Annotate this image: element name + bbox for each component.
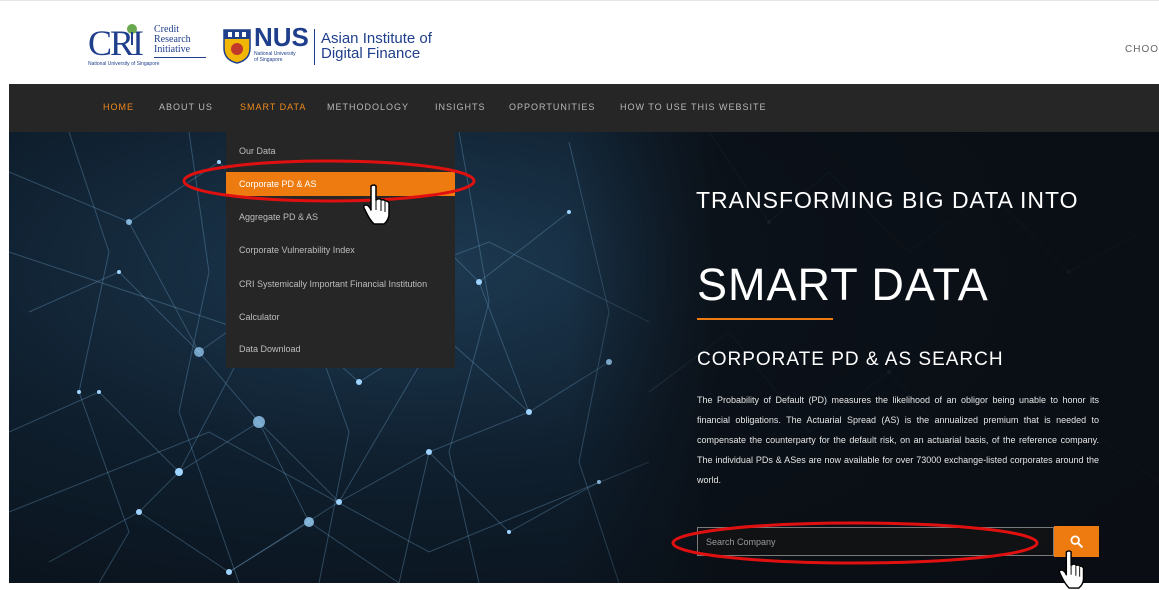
search-company-input[interactable]	[697, 527, 1054, 556]
dropdown-item-our-data[interactable]: Our Data	[226, 139, 455, 163]
cri-logo[interactable]: CRI Credit Research Initiative National …	[88, 23, 206, 69]
aidf-line: Digital Finance	[321, 45, 421, 62]
nus-logo-word[interactable]: NUS	[254, 24, 309, 50]
cri-line: Initiative	[154, 44, 191, 55]
nav-item-insights[interactable]: INSIGHTS	[435, 102, 486, 112]
nav-item-smart-data[interactable]: SMART DATA	[240, 102, 306, 112]
search-button[interactable]	[1054, 526, 1099, 557]
dropdown-item-corporate-vulnerability-index[interactable]: Corporate Vulnerability Index	[226, 238, 455, 262]
cri-logo-text: Credit Research Initiative	[154, 25, 191, 55]
dropdown-item-cri-sifi[interactable]: CRI Systemically Important Financial Ins…	[226, 272, 455, 296]
nus-logo-subtitle: National University of Singapore	[254, 51, 296, 63]
aidf-line: Asian Institute of	[321, 30, 432, 47]
dropdown-item-corporate-pd-as[interactable]: Corporate PD & AS	[226, 172, 455, 196]
site-header: CRI Credit Research Initiative National …	[0, 0, 1159, 77]
dropdown-item-calculator[interactable]: Calculator	[226, 305, 455, 329]
tree-icon	[127, 24, 137, 45]
divider	[697, 318, 833, 320]
dropdown-item-data-download[interactable]: Data Download	[226, 337, 455, 361]
section-title: CORPORATE PD & AS SEARCH	[697, 349, 1004, 370]
cri-logo-subtitle: National University of Singapore	[88, 61, 160, 67]
main-nav: HOME ABOUT US SMART DATA METHODOLOGY INS…	[9, 84, 1159, 132]
hero-headline-large: SMART DATA	[697, 259, 989, 310]
choose-language-link[interactable]: CHOO	[1125, 44, 1159, 55]
divider	[314, 29, 315, 65]
nav-item-methodology[interactable]: METHODOLOGY	[327, 102, 409, 112]
dropdown-item-aggregate-pd-as[interactable]: Aggregate PD & AS	[226, 205, 455, 229]
aidf-logo-text[interactable]: Asian Institute of Digital Finance	[321, 31, 432, 61]
search-icon	[1070, 535, 1083, 548]
nav-item-how-to-use[interactable]: HOW TO USE THIS WEBSITE	[620, 102, 767, 112]
nus-subtitle-line: of Singapore	[254, 57, 283, 63]
hero-headline: TRANSFORMING BIG DATA INTO	[696, 187, 1079, 213]
smart-data-dropdown: Our Data Corporate PD & AS Aggregate PD …	[226, 132, 455, 368]
nav-item-home[interactable]: HOME	[103, 102, 134, 112]
section-description: The Probability of Default (PD) measures…	[697, 395, 1099, 485]
nav-item-about-us[interactable]: ABOUT US	[159, 102, 213, 112]
divider	[154, 57, 206, 58]
nus-crest-icon	[223, 29, 251, 64]
nav-item-opportunities[interactable]: OPPORTUNITIES	[509, 102, 595, 112]
